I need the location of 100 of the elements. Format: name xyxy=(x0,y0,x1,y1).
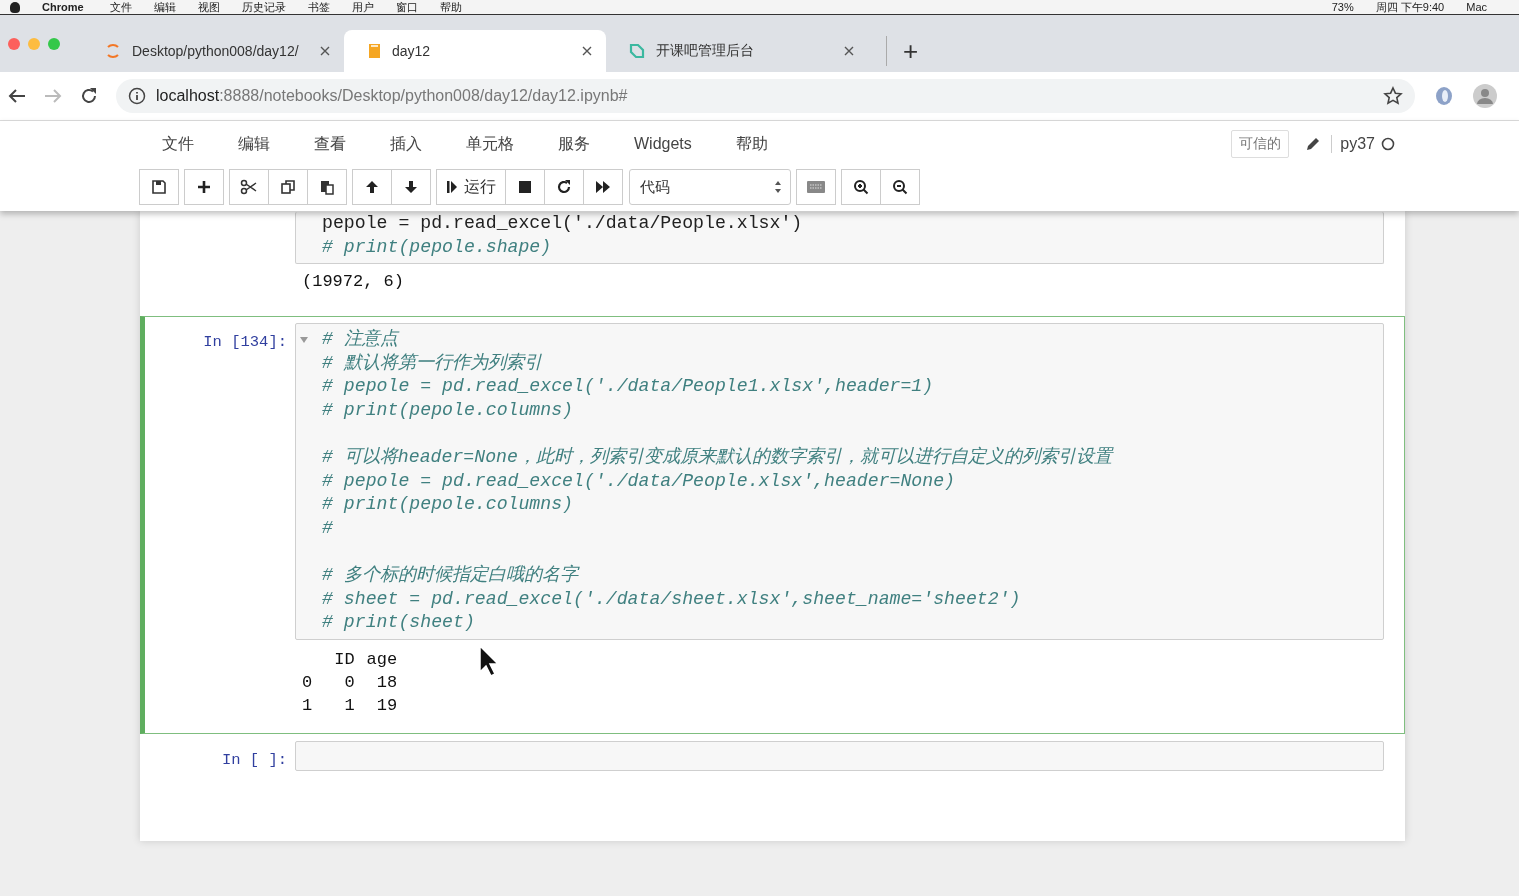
menu-item[interactable]: 插入 xyxy=(368,133,444,155)
select-arrows-icon xyxy=(774,180,782,194)
keyboard-button[interactable] xyxy=(796,169,836,205)
notebook-cell[interactable]: pepole = pd.read_excel('./data/People.xlsx') # print(pepole.shape) (19972, 6) xyxy=(160,211,1405,317)
menu-item[interactable]: Widgets xyxy=(612,135,714,153)
code-input[interactable] xyxy=(295,323,1384,640)
copy-button[interactable] xyxy=(268,169,308,205)
run-button[interactable]: 运行 xyxy=(436,169,506,205)
stop-icon xyxy=(517,179,533,195)
selected-cell[interactable] xyxy=(140,316,1405,734)
code-comment: # print(pepole.columns) xyxy=(322,398,575,422)
plus-icon xyxy=(196,179,212,195)
collapse-icon[interactable] xyxy=(300,337,308,344)
fast-forward-button[interactable] xyxy=(583,169,623,205)
cell-prompt: In [ ]: xyxy=(221,750,287,769)
menu-item[interactable]: 帮助 xyxy=(439,0,462,15)
code-comment: # print(sheet) xyxy=(322,611,476,635)
close-icon[interactable] xyxy=(582,46,592,56)
menu-item[interactable]: 编辑 xyxy=(216,133,292,155)
keyboard-icon xyxy=(806,180,826,194)
table-cell-text: 0 xyxy=(343,671,356,694)
code-comment: # 可以将header=None，此时，列索引变成原来默认的数字索引，就可以进行自定义的列索引设置 xyxy=(322,446,1115,470)
row-index: 1 xyxy=(302,694,314,717)
menu-item[interactable]: 服务 xyxy=(536,133,612,155)
status-text: 73% xyxy=(1331,1,1354,13)
save-icon xyxy=(151,179,167,195)
play-icon xyxy=(446,179,458,195)
code-comment: # print(pepole.shape) xyxy=(322,235,553,259)
table-cell-text: 19 xyxy=(375,694,399,717)
menu-item[interactable]: 编辑 xyxy=(153,0,176,15)
code-input[interactable] xyxy=(295,740,1384,771)
restart-button[interactable] xyxy=(544,169,584,205)
back-icon[interactable] xyxy=(8,88,26,104)
paste-icon xyxy=(319,179,335,195)
app-menu[interactable]: Chrome xyxy=(42,1,84,13)
spinner-icon xyxy=(104,42,122,60)
extension-icon[interactable] xyxy=(1433,85,1455,107)
menu-item[interactable]: 用户 xyxy=(351,0,374,15)
code-input[interactable]: pepole = pd.read_excel('./data/People.xlsx') # print(pepole.shape) xyxy=(295,212,1384,265)
close-icon[interactable] xyxy=(320,46,330,56)
arrow-down-button[interactable] xyxy=(391,169,431,205)
output-text: (19972, 6) xyxy=(302,272,406,292)
arrow-up-icon xyxy=(364,179,380,195)
table-header: ID xyxy=(334,647,367,671)
code-comment: # pepole = pd.read_excel('./data/People1.xlsx',header=1) xyxy=(322,375,935,399)
restart-icon xyxy=(556,179,572,195)
status-text: 周四 下午9:40 xyxy=(1375,0,1445,15)
status-text: Mac xyxy=(1466,1,1487,13)
table-cell-text: 18 xyxy=(375,671,399,694)
menu-item[interactable]: 查看 xyxy=(292,133,368,155)
browser-tab[interactable]: day12 xyxy=(344,30,606,72)
zoom-in-button[interactable] xyxy=(841,169,881,205)
notebook-cell[interactable]: In [ ]: xyxy=(160,733,1405,778)
arrow-up-button[interactable] xyxy=(352,169,392,205)
star-icon[interactable] xyxy=(1383,86,1403,106)
code-line: pepole = pd.read_excel('./data/People.xlsx') xyxy=(322,212,804,235)
menu-item[interactable]: 单元格 xyxy=(444,133,536,155)
browser-tab[interactable]: Desktop/python008/day12/ xyxy=(82,30,344,72)
scissors-button[interactable] xyxy=(229,169,269,205)
book-icon xyxy=(366,42,382,60)
leaf-icon xyxy=(628,42,646,60)
kernel-name: py37 xyxy=(1340,135,1375,153)
profile-icon[interactable] xyxy=(1473,84,1497,108)
table-header: age xyxy=(366,648,399,671)
menu-item[interactable]: 窗口 xyxy=(395,0,418,15)
zoom-in-icon xyxy=(853,179,869,195)
kernel-status-icon xyxy=(1381,137,1395,151)
table-cell-text: 1 xyxy=(343,694,356,717)
code-comment: # 默认将第一行作为列索引 xyxy=(322,351,543,375)
reload-icon[interactable] xyxy=(80,87,98,105)
new-tab-button[interactable]: + xyxy=(886,36,919,66)
menu-item[interactable]: 书签 xyxy=(307,0,330,15)
save-button[interactable] xyxy=(139,169,179,205)
plus-button[interactable] xyxy=(184,169,224,205)
pencil-icon[interactable] xyxy=(1305,136,1322,152)
menu-item[interactable]: 文件 xyxy=(140,133,216,155)
row-index: 0 xyxy=(302,671,314,694)
close-icon[interactable] xyxy=(844,46,854,56)
zoom-out-button[interactable] xyxy=(880,169,920,205)
zoom-out-icon xyxy=(892,179,908,195)
cell-type-select[interactable]: 代码 xyxy=(629,169,791,205)
stop-button[interactable] xyxy=(505,169,545,205)
paste-button[interactable] xyxy=(307,169,347,205)
info-icon xyxy=(128,87,146,105)
code-comment: # pepole = pd.read_excel('./data/People.xlsx',header=None) xyxy=(322,469,957,493)
browser-tab[interactable]: 开课吧管理后台 xyxy=(606,30,868,72)
code-comment: # print(pepole.columns) xyxy=(322,493,575,517)
scissors-icon xyxy=(240,179,258,195)
menu-item[interactable]: 历史记录 xyxy=(241,0,286,15)
menu-item[interactable]: 视图 xyxy=(197,0,220,15)
trusted-indicator[interactable]: 可信的 xyxy=(1231,130,1290,158)
address-bar[interactable]: localhost:8888/notebooks/Desktop/python008/day12/day12.ipynb# xyxy=(116,79,1415,113)
menu-item[interactable]: 帮助 xyxy=(713,133,790,155)
copy-icon xyxy=(280,179,296,195)
apple-icon[interactable] xyxy=(10,1,20,13)
code-comment: # 多个标的时候指定白哦的名字 xyxy=(322,564,581,588)
cell-prompt: In [134]: xyxy=(203,333,287,352)
menu-item[interactable]: 文件 xyxy=(109,0,132,15)
code-comment: # xyxy=(322,516,334,540)
code-comment: # 注意点 xyxy=(322,328,401,352)
